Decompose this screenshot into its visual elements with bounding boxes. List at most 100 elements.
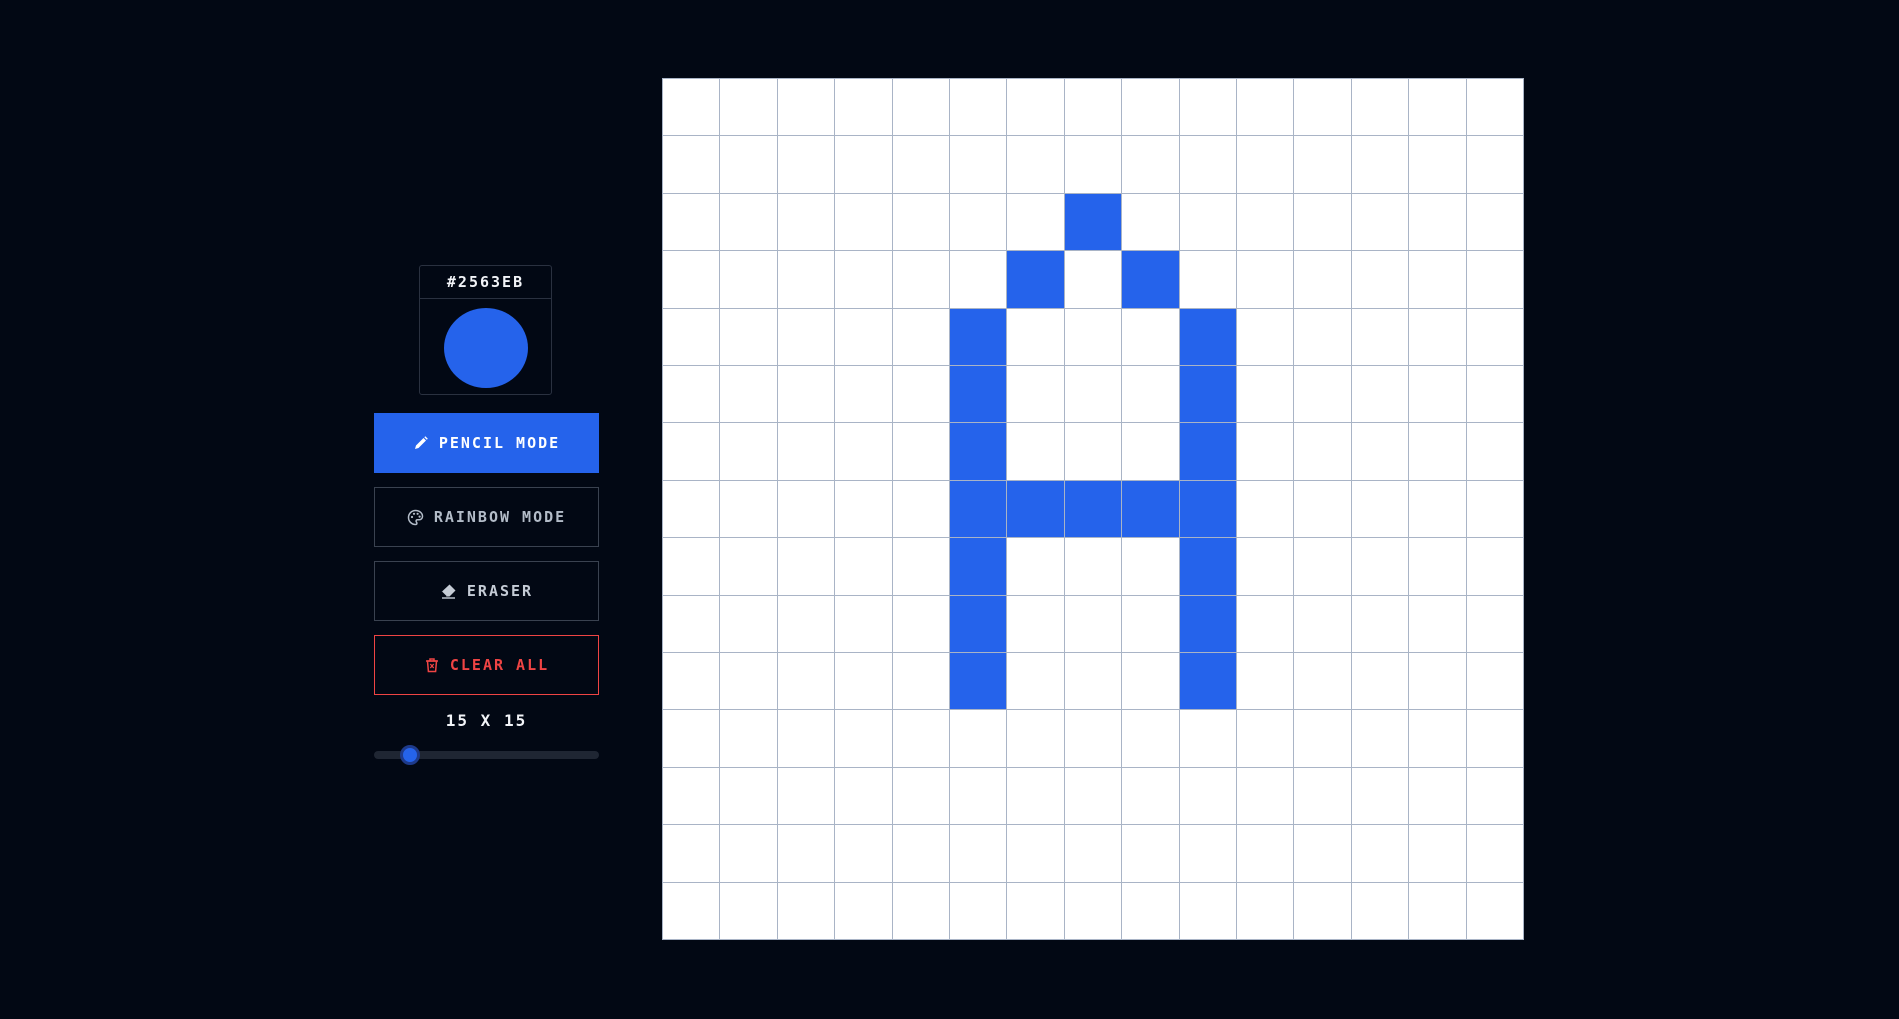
grid-cell[interactable] [1179, 538, 1237, 596]
grid-cell[interactable] [1351, 193, 1410, 252]
grid-cell[interactable] [1007, 825, 1065, 883]
grid-cell[interactable] [663, 595, 721, 653]
grid-cell[interactable] [950, 767, 1008, 826]
grid-cell[interactable] [950, 538, 1008, 596]
grid-cell[interactable] [1237, 136, 1295, 194]
grid-cell[interactable] [720, 538, 778, 596]
grid-cell[interactable] [1294, 136, 1352, 194]
grid-cell[interactable] [835, 653, 893, 711]
grid-cell[interactable] [892, 193, 950, 252]
grid-cell[interactable] [1007, 193, 1065, 252]
grid-cell[interactable] [1466, 882, 1524, 940]
grid-cell[interactable] [950, 710, 1008, 768]
grid-cell[interactable] [950, 136, 1008, 194]
grid-cell[interactable] [1351, 595, 1410, 653]
eraser-button[interactable]: ERASER [374, 561, 599, 621]
grid-cell[interactable] [835, 538, 893, 596]
grid-cell[interactable] [1466, 480, 1524, 539]
grid-cell[interactable] [1294, 653, 1352, 711]
grid-cell[interactable] [1007, 79, 1065, 137]
grid-cell[interactable] [1409, 193, 1467, 252]
grid-cell[interactable] [1351, 825, 1410, 883]
grid-cell[interactable] [835, 882, 893, 940]
grid-cell[interactable] [1064, 825, 1123, 883]
grid-cell[interactable] [1122, 193, 1180, 252]
grid-cell[interactable] [777, 423, 836, 481]
grid-cell[interactable] [1294, 595, 1352, 653]
grid-cell[interactable] [1064, 136, 1123, 194]
grid-cell[interactable] [835, 825, 893, 883]
grid-cell[interactable] [950, 193, 1008, 252]
grid-cell[interactable] [777, 825, 836, 883]
grid-size-slider[interactable] [374, 745, 599, 765]
grid-cell[interactable] [835, 366, 893, 424]
color-swatch[interactable] [443, 308, 528, 388]
grid-cell[interactable] [892, 710, 950, 768]
grid-cell[interactable] [892, 79, 950, 137]
grid-cell[interactable] [1294, 423, 1352, 481]
grid-cell[interactable] [663, 136, 721, 194]
grid-cell[interactable] [720, 595, 778, 653]
grid-cell[interactable] [1466, 653, 1524, 711]
grid-cell[interactable] [1179, 595, 1237, 653]
grid-cell[interactable] [1064, 710, 1123, 768]
grid-cell[interactable] [1179, 710, 1237, 768]
grid-cell[interactable] [1409, 423, 1467, 481]
grid-cell[interactable] [1351, 79, 1410, 137]
grid-cell[interactable] [1409, 480, 1467, 539]
grid-cell[interactable] [1294, 79, 1352, 137]
grid-cell[interactable] [720, 136, 778, 194]
grid-cell[interactable] [777, 308, 836, 366]
grid-cell[interactable] [950, 366, 1008, 424]
grid-cell[interactable] [1237, 882, 1295, 940]
grid-cell[interactable] [1064, 251, 1123, 309]
grid-cell[interactable] [1237, 710, 1295, 768]
grid-cell[interactable] [1466, 767, 1524, 826]
color-picker[interactable]: #2563EB [419, 265, 552, 395]
grid-cell[interactable] [1466, 825, 1524, 883]
grid-cell[interactable] [1466, 595, 1524, 653]
grid-cell[interactable] [720, 825, 778, 883]
grid-cell[interactable] [1351, 480, 1410, 539]
grid-cell[interactable] [950, 79, 1008, 137]
grid-cell[interactable] [663, 538, 721, 596]
grid-cell[interactable] [1237, 653, 1295, 711]
grid-cell[interactable] [720, 480, 778, 539]
grid-cell[interactable] [1237, 767, 1295, 826]
grid-cell[interactable] [1409, 710, 1467, 768]
grid-cell[interactable] [1179, 79, 1237, 137]
grid-cell[interactable] [1409, 538, 1467, 596]
grid-cell[interactable] [835, 767, 893, 826]
grid-cell[interactable] [1466, 79, 1524, 137]
grid-cell[interactable] [1237, 595, 1295, 653]
grid-cell[interactable] [1351, 538, 1410, 596]
grid-cell[interactable] [1351, 251, 1410, 309]
grid-cell[interactable] [1294, 308, 1352, 366]
grid-cell[interactable] [663, 710, 721, 768]
grid-cell[interactable] [1179, 480, 1237, 539]
grid-cell[interactable] [1294, 251, 1352, 309]
grid-cell[interactable] [1007, 767, 1065, 826]
grid-cell[interactable] [1007, 136, 1065, 194]
grid-cell[interactable] [1466, 136, 1524, 194]
grid-cell[interactable] [950, 825, 1008, 883]
grid-cell[interactable] [1237, 308, 1295, 366]
grid-cell[interactable] [1237, 480, 1295, 539]
grid-cell[interactable] [663, 423, 721, 481]
grid-cell[interactable] [892, 825, 950, 883]
grid-cell[interactable] [1122, 251, 1180, 309]
grid-cell[interactable] [1409, 595, 1467, 653]
grid-cell[interactable] [1351, 882, 1410, 940]
grid-cell[interactable] [1351, 710, 1410, 768]
grid-cell[interactable] [1007, 710, 1065, 768]
grid-cell[interactable] [1179, 767, 1237, 826]
grid-cell[interactable] [892, 480, 950, 539]
pencil-mode-button[interactable]: PENCIL MODE [374, 413, 599, 473]
grid-cell[interactable] [777, 767, 836, 826]
grid-cell[interactable] [777, 595, 836, 653]
grid-cell[interactable] [1294, 366, 1352, 424]
grid-cell[interactable] [892, 653, 950, 711]
grid-cell[interactable] [1007, 595, 1065, 653]
grid-cell[interactable] [835, 193, 893, 252]
grid-cell[interactable] [777, 653, 836, 711]
